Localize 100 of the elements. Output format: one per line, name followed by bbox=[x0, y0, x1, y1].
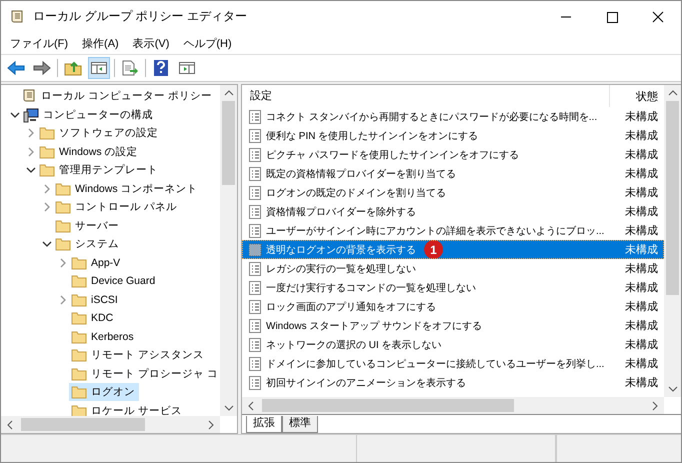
vertical-scrollbar[interactable] bbox=[664, 85, 681, 397]
expand-chevron-icon[interactable] bbox=[42, 184, 52, 194]
expand-chevron-icon[interactable] bbox=[42, 202, 52, 212]
folder-icon bbox=[55, 237, 71, 252]
folder-icon bbox=[71, 348, 87, 362]
folder-icon bbox=[55, 200, 71, 214]
setting-icon bbox=[248, 280, 262, 294]
setting-icon bbox=[248, 376, 262, 390]
policy-setting[interactable]: ロック画面のアプリ通知をオフにする bbox=[266, 300, 436, 314]
scroll-down-icon[interactable] bbox=[668, 385, 678, 393]
column-header[interactable]: 状態 bbox=[610, 88, 664, 104]
scroll-down-icon[interactable] bbox=[224, 404, 234, 412]
scroll-thumb[interactable] bbox=[222, 101, 235, 185]
collapse-chevron-icon[interactable] bbox=[42, 239, 52, 250]
horizontal-scrollbar[interactable] bbox=[242, 397, 664, 414]
scroll-icon bbox=[21, 88, 37, 104]
policy-setting[interactable]: 一度だけ実行するコマンドの一覧を処理しない bbox=[266, 280, 476, 294]
tree-item[interactable]: App-V bbox=[91, 256, 120, 269]
menu-item[interactable]: ファイル(F) bbox=[5, 34, 74, 52]
policy-state: 未構成 bbox=[625, 319, 659, 333]
scroll-left-icon[interactable] bbox=[6, 420, 14, 430]
view-tab[interactable]: 標準 bbox=[282, 416, 318, 433]
expand-chevron-icon[interactable] bbox=[58, 294, 68, 305]
policy-setting[interactable]: 資格情報プロバイダーを除外する bbox=[266, 204, 416, 218]
policy-state: 未構成 bbox=[625, 167, 659, 181]
scroll-up-icon[interactable] bbox=[224, 89, 234, 97]
tree-item[interactable]: Device Guard bbox=[91, 275, 156, 288]
pane-toggle-button[interactable] bbox=[88, 57, 110, 79]
policy-setting[interactable]: 初回サインインのアニメーションを表示する bbox=[266, 376, 466, 390]
scroll-up-icon[interactable] bbox=[668, 89, 678, 97]
folder-icon bbox=[39, 163, 55, 178]
scroll-thumb[interactable] bbox=[262, 399, 514, 412]
policy-state: 未構成 bbox=[625, 205, 659, 219]
setting-icon bbox=[248, 338, 262, 352]
folder-icon bbox=[71, 385, 87, 400]
tree-item[interactable]: KDC bbox=[91, 312, 114, 324]
tree-item[interactable]: コントロール パネル bbox=[75, 200, 177, 214]
tree-item[interactable]: コンピューターの構成 bbox=[43, 108, 153, 122]
folder-icon bbox=[55, 182, 71, 196]
tree-item[interactable]: リモート アシスタンス bbox=[91, 348, 204, 362]
scroll-right-icon[interactable] bbox=[651, 400, 659, 410]
app-scroll-icon bbox=[9, 8, 25, 24]
expand-chevron-icon[interactable] bbox=[26, 146, 36, 157]
policy-setting[interactable]: ドメインに参加しているコンピューターに接続しているユーザーを列挙し... bbox=[266, 356, 604, 370]
policy-state: 未構成 bbox=[625, 262, 659, 276]
policy-setting[interactable]: ピクチャ パスワードを使用したサインインをオフにする bbox=[266, 148, 519, 162]
tree-item[interactable]: ローカル コンピューター ポリシー bbox=[41, 89, 212, 104]
setting-icon bbox=[248, 262, 262, 276]
policy-setting[interactable]: ログオンの既定のドメインを割り当てる bbox=[266, 186, 446, 200]
vertical-scrollbar[interactable] bbox=[220, 85, 237, 416]
policy-state: 未構成 bbox=[625, 129, 659, 143]
tree-item[interactable]: Windows の設定 bbox=[59, 144, 138, 159]
policy-setting[interactable]: コネクト スタンバイから再開するときにパスワードが必要になる時間を... bbox=[266, 110, 598, 124]
policy-state: 未構成 bbox=[625, 224, 659, 238]
policy-state: 未構成 bbox=[625, 300, 659, 314]
tree-item[interactable]: ソフトウェアの設定 bbox=[59, 126, 158, 140]
tree-item[interactable]: Kerberos bbox=[91, 330, 134, 343]
tree-item[interactable]: Windows コンポーネント bbox=[75, 182, 198, 196]
setting-icon bbox=[248, 356, 262, 370]
expand-chevron-icon[interactable] bbox=[26, 128, 36, 138]
policy-setting[interactable]: ネットワークの選択の UI を表示しない bbox=[266, 338, 442, 352]
scroll-thumb[interactable] bbox=[21, 418, 145, 431]
policy-setting[interactable]: レガシの実行の一覧を処理しない bbox=[266, 262, 416, 276]
setting-icon bbox=[248, 186, 262, 200]
menu-item[interactable]: 操作(A) bbox=[77, 34, 124, 52]
scroll-left-icon[interactable] bbox=[247, 400, 255, 410]
menu-item[interactable]: 表示(V) bbox=[128, 34, 174, 52]
scroll-right-icon[interactable] bbox=[207, 420, 215, 430]
setting-icon bbox=[248, 242, 262, 256]
folder-icon bbox=[71, 292, 87, 307]
policy-state: 未構成 bbox=[625, 243, 659, 257]
menu-item[interactable]: ヘルプ(H) bbox=[178, 34, 237, 52]
tree-item[interactable]: ロケール サービス bbox=[91, 404, 182, 416]
setting-icon bbox=[248, 300, 262, 314]
tree-item[interactable]: iSCSI bbox=[91, 294, 118, 306]
scroll-thumb[interactable] bbox=[666, 101, 679, 295]
step-badge: 1 bbox=[424, 240, 443, 259]
policy-setting[interactable]: 透明なログオンの背景を表示する bbox=[266, 242, 416, 256]
setting-icon bbox=[248, 166, 262, 180]
collapse-chevron-icon[interactable] bbox=[10, 110, 20, 120]
policy-state: 未構成 bbox=[625, 186, 659, 200]
folder-icon bbox=[71, 274, 87, 288]
policy-setting[interactable]: ユーザーがサインイン時にアカウントの詳細を表示できないようにブロッ... bbox=[266, 224, 604, 238]
column-header[interactable]: 設定 bbox=[242, 85, 610, 107]
policy-setting[interactable]: 便利な PIN を使用したサインインをオンにする bbox=[266, 128, 478, 142]
policy-setting[interactable]: Windows スタートアップ サウンドをオフにする bbox=[266, 318, 482, 332]
collapse-chevron-icon[interactable] bbox=[26, 165, 36, 176]
tree-item[interactable]: 管理用テンプレート bbox=[59, 163, 158, 178]
expand-chevron-icon[interactable] bbox=[58, 258, 68, 268]
horizontal-scrollbar[interactable] bbox=[1, 416, 220, 433]
tree-item[interactable]: システム bbox=[75, 237, 119, 252]
policy-state: 未構成 bbox=[625, 281, 659, 295]
view-tab[interactable]: 拡張 bbox=[246, 416, 282, 433]
policy-state: 未構成 bbox=[625, 376, 659, 390]
folder-icon bbox=[71, 366, 87, 381]
tree-item[interactable]: リモート プロシージャ コ bbox=[91, 366, 218, 381]
folder-icon bbox=[71, 330, 87, 344]
policy-setting[interactable]: 既定の資格情報プロバイダーを割り当てる bbox=[266, 166, 456, 180]
folder-icon bbox=[71, 311, 87, 326]
tree-item[interactable]: サーバー bbox=[75, 218, 119, 233]
